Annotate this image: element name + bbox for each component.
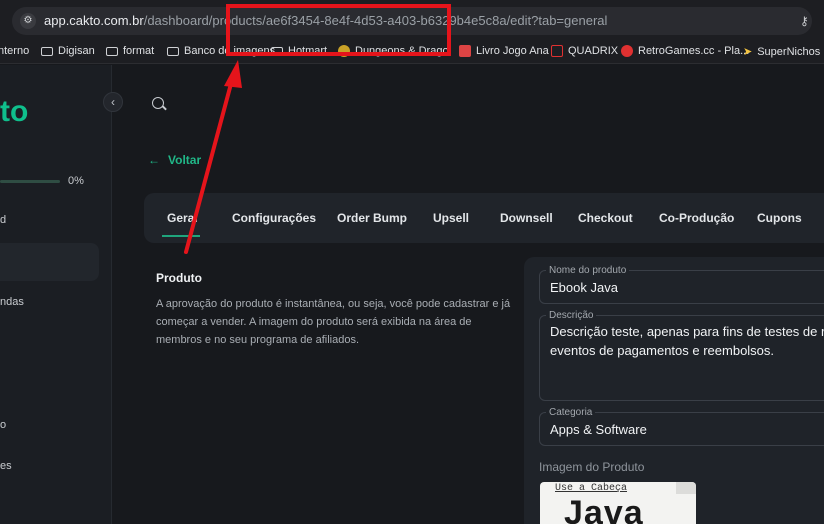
bookmark-retrogames[interactable]: RetroGames.cc - Pla... <box>621 45 749 57</box>
bookmark-favicon <box>459 45 471 57</box>
arrow-left-icon: ← <box>148 153 160 167</box>
folder-icon <box>167 46 179 56</box>
product-image-label: Imagem do Produto <box>539 460 645 474</box>
url-host: app.cakto.com.br <box>44 13 144 28</box>
tab-upsell[interactable]: Upsell <box>433 211 469 225</box>
sidebar-collapse-button[interactable]: ‹ <box>103 92 123 112</box>
bookmark-format[interactable]: format <box>106 45 154 57</box>
sidebar: to 0% d ndas o es <box>0 65 112 524</box>
sidebar-item-o[interactable]: o <box>0 419 6 431</box>
bookmark-livro-jogo-ana[interactable]: Livro Jogo Ana <box>459 45 549 57</box>
product-name-label: Nome do produto <box>546 265 630 276</box>
section-description: A aprovação do produto é instantânea, ou… <box>156 298 511 346</box>
product-name-value: Ebook Java <box>550 280 618 295</box>
bookmark-supernichos[interactable]: ➤ SuperNichos <box>743 45 820 59</box>
tab-cupons[interactable]: Cupons <box>757 211 802 225</box>
back-button[interactable]: ← Voltar <box>148 153 201 167</box>
tab-configuracoes[interactable]: Configurações <box>232 211 316 225</box>
bookmark-nterno[interactable]: nterno <box>0 45 29 57</box>
product-image-thumbnail[interactable]: Use a Cabeça Java <box>540 482 696 524</box>
screenshot: ⚙ app.cakto.com.br/dashboard/products/ae… <box>0 0 824 524</box>
tab-geral[interactable]: Geral <box>167 211 198 225</box>
annotation-highlight-box <box>226 4 451 56</box>
folder-icon <box>106 46 118 56</box>
bookmark-digisan[interactable]: Digisan <box>41 45 95 57</box>
folder-icon <box>41 46 53 56</box>
site-info-icon[interactable]: ⚙ <box>20 13 36 29</box>
sidebar-item-dashboard[interactable]: d <box>0 214 6 226</box>
description-line-1: Descrição teste, apenas para fins de tes… <box>550 324 824 339</box>
tab-checkout[interactable]: Checkout <box>578 211 633 225</box>
book-corner <box>676 482 696 494</box>
tab-co-producao[interactable]: Co-Produção <box>659 211 734 225</box>
description-value: Descrição teste, apenas para fins de tes… <box>550 322 824 360</box>
section-title: Produto <box>156 271 202 285</box>
description-line-2: eventos de pagamentos e reembolsos. <box>550 343 775 358</box>
sidebar-item-products-active[interactable] <box>0 243 99 281</box>
onboarding-progress-bar <box>0 180 60 183</box>
back-label: Voltar <box>168 153 202 167</box>
category-label: Categoria <box>546 407 596 418</box>
password-key-icon[interactable]: ⚷ <box>800 14 816 28</box>
onboarding-progress-percent: 0% <box>68 175 84 187</box>
tab-downsell[interactable]: Downsell <box>500 211 553 225</box>
retrogames-icon <box>621 45 633 57</box>
sidebar-item-es[interactable]: es <box>0 460 12 472</box>
tab-order-bump[interactable]: Order Bump <box>337 211 407 225</box>
description-label: Descrição <box>546 310 597 321</box>
book-title: Java <box>564 494 644 524</box>
quadrix-icon <box>551 45 563 57</box>
active-tab-indicator <box>162 235 200 237</box>
sidebar-item-vendas[interactable]: ndas <box>0 296 24 308</box>
product-tabs: Geral Configurações Order Bump Upsell Do… <box>144 193 824 243</box>
cakto-logo: to <box>0 95 29 128</box>
supernichos-icon: ➤ <box>743 46 753 58</box>
book-subtitle: Use a Cabeça <box>555 483 628 494</box>
search-icon[interactable] <box>152 97 164 109</box>
bookmark-quadrix[interactable]: QUADRIX <box>551 45 618 57</box>
category-value: Apps & Software <box>550 422 647 437</box>
